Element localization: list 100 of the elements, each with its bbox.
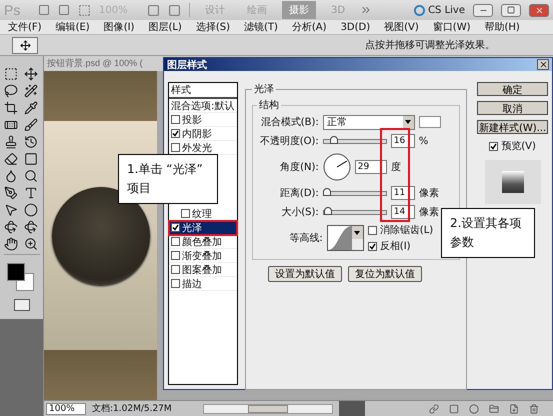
- style-item[interactable]: 颜色叠加: [169, 235, 237, 249]
- eraser-icon[interactable]: [4, 152, 20, 166]
- color-swatches-drawing[interactable]: [6, 263, 36, 291]
- menu-item[interactable]: 文件(F): [8, 20, 42, 34]
- menu-item[interactable]: 视图(V): [384, 20, 419, 34]
- slider-thumb[interactable]: [324, 206, 332, 214]
- rotate-icon[interactable]: [4, 220, 20, 234]
- folder-icon[interactable]: [489, 404, 499, 414]
- eyedropper-icon[interactable]: [24, 101, 40, 115]
- menu-item[interactable]: 编辑(E): [56, 20, 90, 34]
- move-icon: [20, 40, 30, 50]
- move-icon[interactable]: [24, 67, 40, 81]
- cs-live-button[interactable]: CS Live: [414, 4, 465, 16]
- checkbox[interactable]: [171, 265, 180, 274]
- view-extras-icon[interactable]: [78, 4, 91, 16]
- slider-thumb[interactable]: [322, 188, 331, 196]
- checkbox[interactable]: [171, 251, 180, 260]
- list-item[interactable]: 混合选项:默认: [169, 99, 237, 113]
- checkbox[interactable]: [171, 279, 180, 288]
- restore-button[interactable]: [501, 4, 521, 16]
- action-button[interactable]: 新建样式(W)...: [477, 120, 548, 134]
- tool-preset-picker[interactable]: [12, 36, 38, 54]
- unit-label: %: [418, 136, 430, 146]
- default-button[interactable]: 复位为默认值: [348, 266, 422, 282]
- marquee-icon[interactable]: [4, 67, 20, 81]
- slider-thumb[interactable]: [330, 136, 338, 144]
- checkbox[interactable]: [171, 237, 180, 246]
- style-label: 投影: [182, 114, 202, 126]
- menu-item[interactable]: 滤镜(T): [244, 20, 278, 34]
- style-item[interactable]: 内阴影: [169, 127, 237, 141]
- adjustment-icon[interactable]: [469, 404, 479, 414]
- field-label: 等高线:: [288, 232, 323, 245]
- style-item[interactable]: 光泽: [169, 221, 237, 235]
- style-label: 纹理: [192, 208, 212, 220]
- crop-icon[interactable]: [4, 101, 20, 115]
- zoom-icon[interactable]: [24, 237, 40, 251]
- scroll-bar[interactable]: [203, 404, 333, 414]
- trash-icon[interactable]: [529, 404, 539, 414]
- field-label: 角度(N):: [279, 160, 319, 174]
- callout-note: 1.单击 “光泽” 项目: [118, 154, 218, 204]
- checkbox[interactable]: [489, 142, 498, 150]
- style-label: 渐变叠加: [182, 250, 222, 262]
- color-swatch[interactable]: [418, 116, 441, 128]
- search-icon[interactable]: [24, 169, 40, 183]
- menu-item[interactable]: 图像(I): [104, 20, 134, 34]
- action-button[interactable]: 取消: [477, 101, 548, 115]
- value-field[interactable]: 14: [390, 205, 415, 219]
- ring-icon: [414, 4, 426, 16]
- style-label: 光泽: [182, 222, 202, 234]
- checkbox[interactable]: [368, 226, 377, 234]
- value-field[interactable]: 16: [390, 134, 415, 148]
- callout-note: 2.设置其各项 参数: [441, 208, 535, 258]
- menu-item[interactable]: 分析(A): [292, 20, 327, 34]
- checkbox[interactable]: [368, 242, 377, 250]
- document-status: 文档:1.02M/5.27M: [92, 402, 173, 415]
- menu-item[interactable]: 窗口(W): [432, 20, 470, 34]
- app-logo: Ps: [4, 2, 22, 18]
- value-field[interactable]: 29: [354, 160, 387, 174]
- checkbox[interactable]: [171, 143, 180, 152]
- checkbox[interactable]: [171, 129, 180, 138]
- pen-icon[interactable]: [4, 186, 20, 200]
- section-title: 光泽: [252, 82, 275, 96]
- bandage-icon[interactable]: [4, 118, 20, 132]
- minimize-button[interactable]: [473, 4, 493, 16]
- unit-label: 像素: [418, 186, 440, 200]
- wand-icon[interactable]: [24, 84, 40, 98]
- blend-mode-select[interactable]: 正常: [322, 114, 415, 130]
- list-header[interactable]: 样式: [169, 83, 237, 99]
- checkbox[interactable]: [181, 209, 190, 218]
- pointer-icon[interactable]: [4, 203, 20, 217]
- angle-dial-icon[interactable]: [322, 153, 351, 181]
- default-button[interactable]: 设置为默认值: [268, 266, 342, 282]
- contour-picker[interactable]: [326, 225, 364, 251]
- style-item[interactable]: 图案叠加: [169, 263, 237, 277]
- mask-icon[interactable]: [449, 404, 459, 414]
- quick-mask-icon[interactable]: [14, 299, 30, 311]
- style-item[interactable]: 描边: [169, 277, 237, 291]
- value-field[interactable]: 11: [390, 186, 415, 200]
- ellipse-icon[interactable]: [24, 203, 40, 217]
- style-label: 颜色叠加: [182, 236, 222, 248]
- history-brush-icon[interactable]: [24, 135, 40, 149]
- checkbox[interactable]: [171, 115, 180, 124]
- style-item[interactable]: 渐变叠加: [169, 249, 237, 263]
- link-icon[interactable]: [429, 404, 439, 414]
- more-icon[interactable]: [360, 4, 372, 16]
- hint-text: 点按并拖移可调整光泽效果。: [365, 38, 495, 52]
- action-button[interactable]: 确定: [477, 82, 548, 96]
- menu-item[interactable]: 3D(D): [340, 22, 370, 32]
- menu-item[interactable]: 图层(L): [148, 20, 182, 34]
- lasso-icon[interactable]: [4, 84, 20, 98]
- zoom-field[interactable]: 100%: [46, 402, 86, 414]
- hand-icon[interactable]: [4, 237, 20, 251]
- checkbox[interactable]: [171, 223, 180, 232]
- field-label: 不透明度(O):: [258, 134, 319, 148]
- close-button[interactable]: [537, 59, 549, 70]
- new-layer-icon[interactable]: [509, 404, 519, 414]
- style-item[interactable]: 投影: [169, 113, 237, 127]
- brush-icon[interactable]: [24, 118, 40, 132]
- menu-item[interactable]: 选择(S): [196, 20, 230, 34]
- menu-item[interactable]: 帮助(H): [484, 20, 520, 34]
